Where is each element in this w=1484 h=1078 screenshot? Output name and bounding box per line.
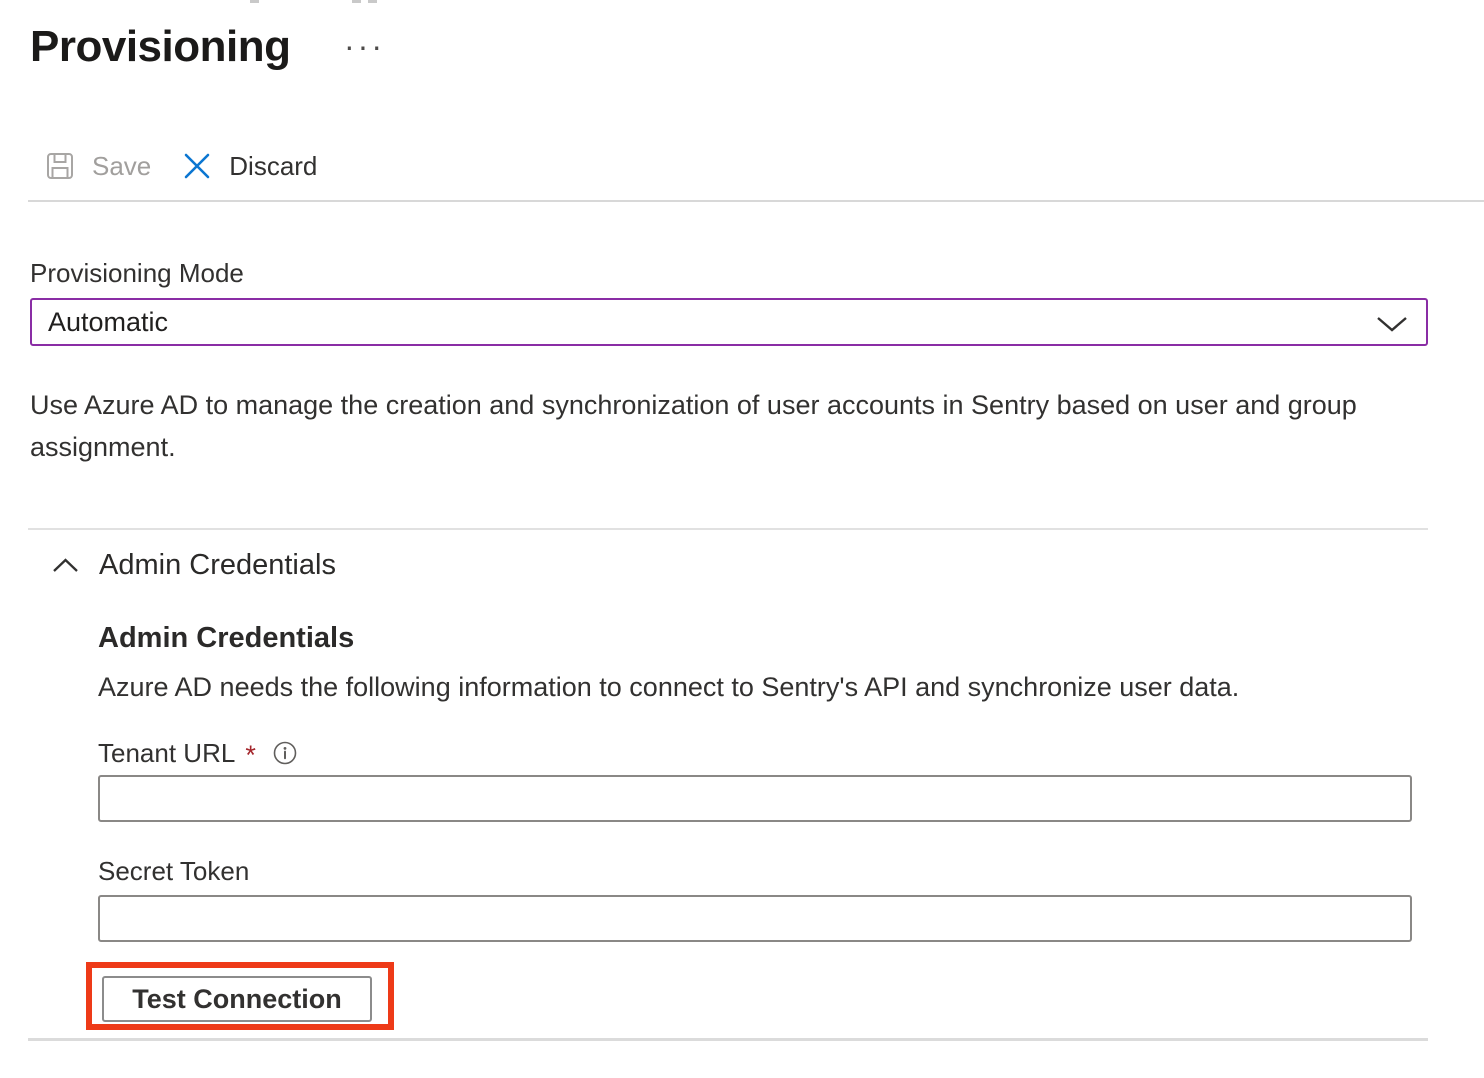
provisioning-mode-value: Automatic: [32, 307, 168, 338]
required-asterisk: *: [245, 740, 256, 771]
section-divider: [28, 528, 1428, 530]
command-bar: Save Discard: [30, 146, 317, 186]
provisioning-mode-select[interactable]: Automatic: [30, 298, 1428, 346]
tenant-url-label: Tenant URL: [98, 738, 235, 769]
secret-token-label: Secret Token: [98, 856, 249, 887]
provisioning-page: Provisioning ··· Save Discard Provi: [0, 0, 1484, 1078]
test-connection-button[interactable]: Test Connection: [102, 976, 372, 1022]
page-title: Provisioning: [30, 22, 290, 72]
toolbar-divider: [28, 200, 1484, 202]
bottom-divider: [28, 1038, 1428, 1041]
save-button[interactable]: Save: [30, 146, 151, 186]
provisioning-mode-description: Use Azure AD to manage the creation and …: [30, 384, 1390, 468]
provisioning-mode-label: Provisioning Mode: [30, 258, 244, 289]
info-icon[interactable]: [273, 741, 297, 765]
save-icon: [45, 151, 75, 181]
admin-credentials-section-toggle[interactable]: Admin Credentials: [52, 548, 336, 582]
admin-credentials-section-title: Admin Credentials: [99, 549, 336, 582]
chevron-up-icon: [52, 558, 79, 573]
tenant-url-input[interactable]: [98, 775, 1412, 822]
admin-credentials-description: Azure AD needs the following information…: [98, 672, 1418, 703]
secret-token-input[interactable]: [98, 895, 1412, 942]
more-options-button[interactable]: ···: [344, 30, 385, 62]
discard-button-label: Discard: [229, 151, 317, 182]
clipped-text-remnant: [368, 0, 377, 3]
chevron-down-icon: [1376, 316, 1408, 337]
more-options-icon: ···: [344, 28, 385, 64]
tenant-url-label-row: Tenant URL *: [98, 738, 297, 768]
clipped-text-remnant: [352, 0, 361, 3]
annotation-highlight-box: Test Connection: [86, 962, 394, 1030]
save-button-label: Save: [92, 151, 151, 182]
discard-icon: [182, 151, 212, 181]
discard-button[interactable]: Discard: [182, 146, 317, 186]
clipped-text-remnant: [250, 0, 259, 3]
admin-credentials-subheading: Admin Credentials: [98, 622, 354, 655]
